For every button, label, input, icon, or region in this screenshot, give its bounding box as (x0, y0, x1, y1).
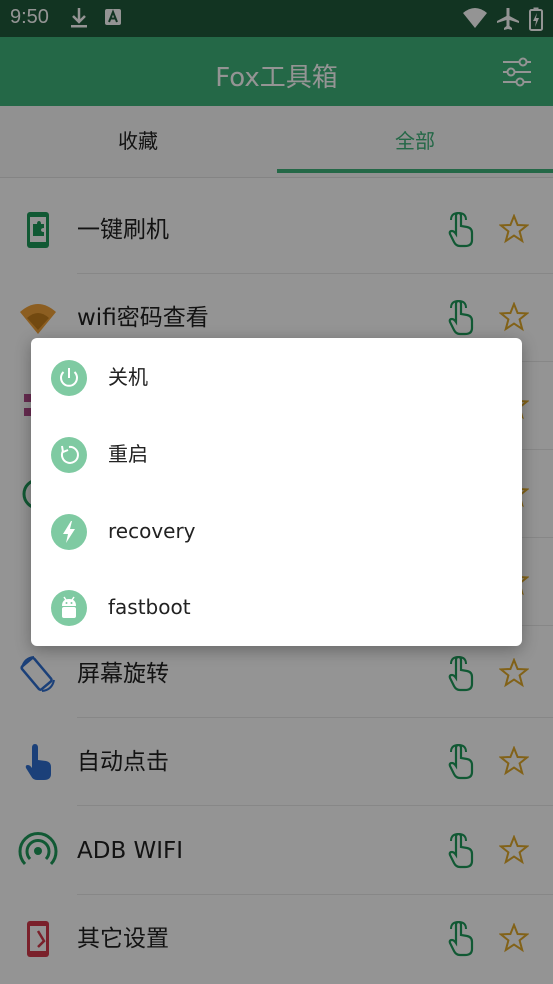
recovery-option[interactable]: recovery (31, 493, 522, 570)
recovery-label: recovery (108, 519, 196, 543)
bolt-icon (51, 514, 87, 550)
power-icon (51, 360, 87, 396)
power-menu-dialog: 关机 重启 recovery fastboot (31, 338, 522, 646)
fastboot-label: fastboot (108, 595, 191, 619)
power-off-option[interactable]: 关机 (31, 339, 522, 416)
restart-icon (51, 437, 87, 473)
power-off-label: 关机 (108, 365, 148, 389)
android-icon (51, 590, 87, 626)
reboot-label: 重启 (108, 442, 148, 466)
fastboot-option[interactable]: fastboot (31, 569, 522, 646)
reboot-option[interactable]: 重启 (31, 416, 522, 493)
